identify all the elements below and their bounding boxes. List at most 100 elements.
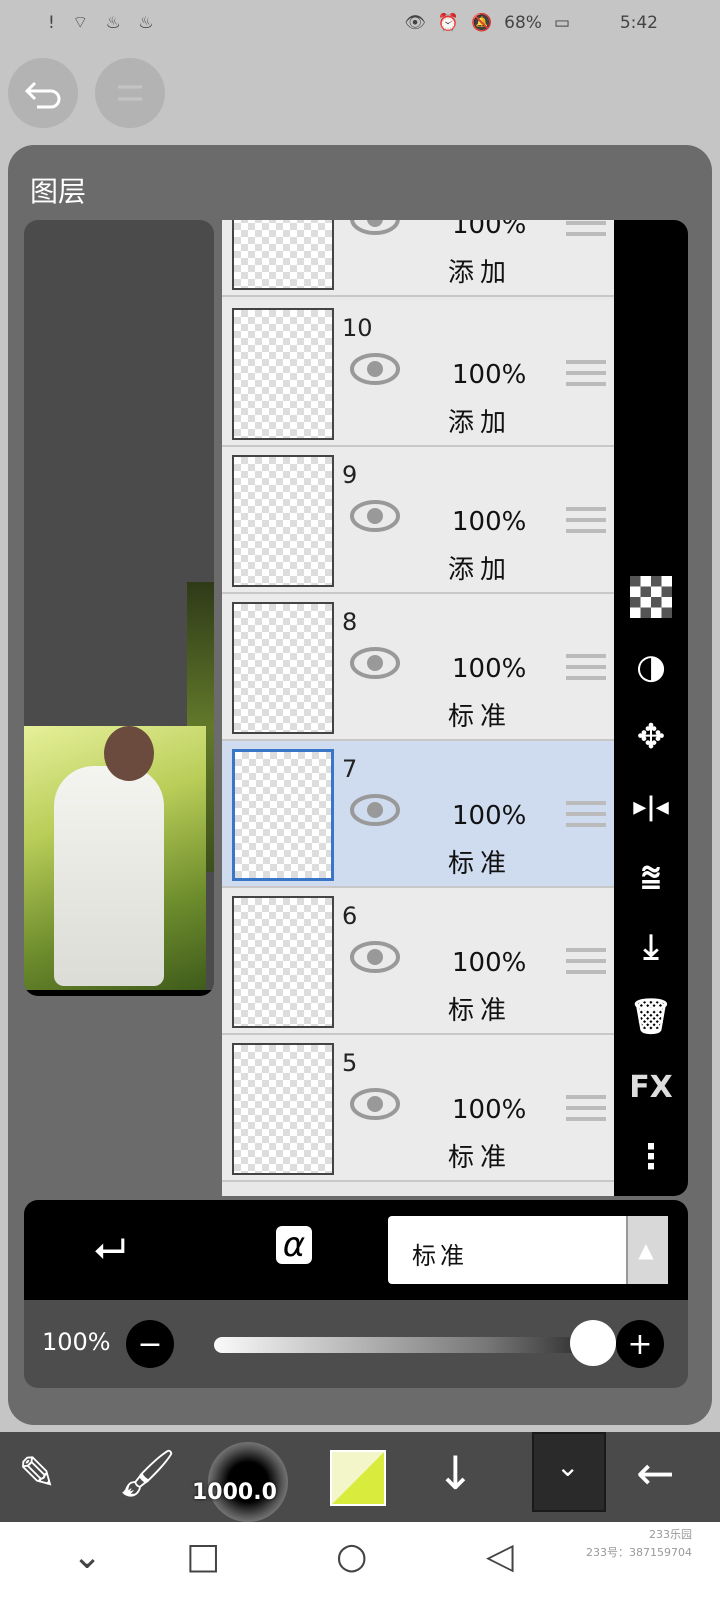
plus-icon: + — [627, 1326, 653, 1362]
drag-handle-icon[interactable] — [566, 507, 606, 533]
trash-icon: 🗑 — [629, 997, 673, 1037]
opacity-slider-knob[interactable] — [570, 1320, 616, 1366]
visibility-eye-icon[interactable] — [350, 352, 400, 386]
drag-handle-icon[interactable] — [566, 948, 606, 974]
opacity-slider[interactable] — [214, 1337, 604, 1353]
layer-blend-mode: 添加 — [448, 408, 513, 438]
alarm-icon: ⏰ — [437, 13, 459, 33]
layer-row[interactable]: 5 100% 标准 — [222, 1035, 622, 1182]
back-button[interactable]: ← — [636, 1446, 675, 1500]
contrast-icon: ◑ — [636, 647, 666, 687]
more-button[interactable]: ⋮ — [624, 1130, 678, 1184]
more-icon: ⋮ — [634, 1137, 668, 1177]
right-tools: ◑ ✥ ▸|◂ ⩰ ⤓ 🗑 FX ⋮ — [614, 220, 688, 1196]
blend-mode-select[interactable]: 标准 ▲ — [388, 1216, 668, 1284]
alpha-lock-button[interactable]: α — [276, 1226, 312, 1264]
layer-row[interactable]: 8 100% 标准 — [222, 594, 622, 741]
flip-horizontal-button[interactable]: ▸|◂ — [624, 780, 678, 834]
chevron-down-icon: ⌄ — [72, 1536, 103, 1577]
flip-horizontal-icon: ▸|◂ — [633, 792, 669, 822]
contrast-button[interactable]: ◑ — [624, 640, 678, 694]
fx-button[interactable]: FX — [624, 1060, 678, 1114]
layer-opacity: 100% — [452, 220, 527, 240]
move-button[interactable]: ✥ — [624, 710, 678, 764]
layer-row-selected[interactable]: 7 100% 标准 — [222, 741, 622, 888]
layer-row[interactable]: 6 100% 标准 — [222, 888, 622, 1035]
canvas-preview[interactable] — [24, 726, 206, 990]
undo-icon — [24, 81, 61, 109]
visibility-eye-icon[interactable] — [350, 940, 400, 974]
preview-hair — [104, 726, 154, 781]
drag-handle-icon[interactable] — [566, 220, 606, 236]
layer-thumbnail — [232, 220, 334, 290]
layer-row[interactable]: 9 100% 添加 — [222, 447, 622, 594]
layer-blend-mode: 添加 — [448, 555, 513, 585]
drag-handle-icon[interactable] — [566, 654, 606, 680]
layer-thumbnail — [232, 602, 334, 734]
drag-handle-icon[interactable] — [566, 360, 606, 386]
layer-thumbnail — [232, 1043, 334, 1175]
layer-number: 10 — [342, 314, 373, 342]
drag-handle-icon[interactable] — [566, 1095, 606, 1121]
triangle-back-icon: ◁ — [486, 1536, 514, 1577]
blend-mode-value: 标准 — [412, 1242, 468, 1270]
layer-number: 9 — [342, 461, 358, 489]
visibility-eye-icon[interactable] — [350, 646, 400, 680]
layer-panel: 图层 + ▸|◂ ⊞ ⩰ 📷 100% 添加 10 100% 添 — [8, 145, 712, 1425]
layer-blend-mode: 标准 — [448, 996, 513, 1026]
merge-down-button[interactable]: ⤓ — [624, 920, 678, 974]
status-left-icons: ! ⌔ ♨ ♨ — [48, 13, 160, 33]
color-swatch[interactable] — [330, 1450, 386, 1506]
arrow-left-icon: ← — [636, 1446, 675, 1500]
layer-blend-mode: 标准 — [448, 1143, 513, 1173]
circle-icon: ○ — [336, 1536, 368, 1577]
visibility-eye-icon[interactable] — [350, 220, 400, 236]
canvas-preview-column: + ▸|◂ ⊞ ⩰ 📷 — [24, 220, 214, 996]
nav-home-button[interactable]: ○ — [336, 1536, 367, 1577]
nav-recents-button[interactable]: □ — [186, 1536, 220, 1577]
collapse-button[interactable]: ⌄ — [532, 1432, 606, 1512]
opacity-increase-button[interactable]: + — [616, 1320, 664, 1368]
minus-icon: − — [137, 1326, 163, 1362]
watermark: 233乐园 233号：387159704 — [586, 1526, 692, 1562]
nav-hide-button[interactable]: ⌄ — [72, 1536, 102, 1577]
swap-tool-button[interactable]: ✎ — [18, 1446, 57, 1500]
redo-button[interactable] — [95, 58, 165, 128]
drag-handle-icon[interactable] — [566, 801, 606, 827]
layer-opacity: 100% — [452, 1095, 527, 1125]
alpha-lock-icon: α — [282, 1225, 306, 1265]
clip-button[interactable]: ⮠ — [94, 1226, 126, 1272]
opacity-decrease-button[interactable]: − — [126, 1320, 174, 1368]
panel-title: 图层 — [30, 175, 87, 208]
layer-thumbnail — [232, 749, 334, 881]
delete-layer-button[interactable]: 🗑 — [624, 990, 678, 1044]
layer-row[interactable]: 10 100% 添加 — [222, 300, 622, 447]
brush-icon: 🖌 — [118, 1446, 177, 1500]
layer-opacity: 100% — [452, 948, 527, 978]
visibility-eye-icon[interactable] — [350, 793, 400, 827]
transparency-button[interactable] — [624, 570, 678, 624]
status-right: 👁 ⏰ 🔕 68% ▭ — [404, 13, 570, 33]
fx-icon: FX — [629, 1069, 673, 1105]
layer-number: 6 — [342, 902, 358, 930]
brush-button[interactable]: 🖌 — [118, 1446, 176, 1501]
visibility-eye-icon[interactable] — [350, 1087, 400, 1121]
nav-back-button[interactable]: ◁ — [486, 1536, 514, 1577]
preview-figure — [54, 766, 164, 986]
layer-row[interactable]: 100% 添加 — [222, 220, 622, 297]
watermark-logo: 233乐园 — [649, 1528, 692, 1541]
flip-vertical-button[interactable]: ⩰ — [624, 850, 678, 904]
layer-blend-mode: 添加 — [448, 258, 513, 288]
layer-opacity: 100% — [452, 654, 527, 684]
undo-button[interactable] — [8, 58, 78, 128]
arrow-down-icon: ↓ — [436, 1446, 475, 1500]
merge-down-icon: ⤓ — [643, 927, 659, 967]
layer-down-button[interactable]: ↓ — [436, 1446, 475, 1500]
transparency-icon — [630, 576, 672, 618]
watermark-id: 233号：387159704 — [586, 1546, 692, 1559]
pen-eraser-swap-icon: ✎ — [18, 1446, 57, 1500]
visibility-eye-icon[interactable] — [350, 499, 400, 533]
layer-options-bar: ⮠ α 标准 ▲ — [24, 1200, 688, 1300]
layer-list[interactable]: 100% 添加 10 100% 添加 9 100% 添加 8 100% 标准 7… — [222, 220, 622, 1196]
left-tools: + ▸|◂ ⊞ ⩰ 📷 — [24, 990, 214, 996]
